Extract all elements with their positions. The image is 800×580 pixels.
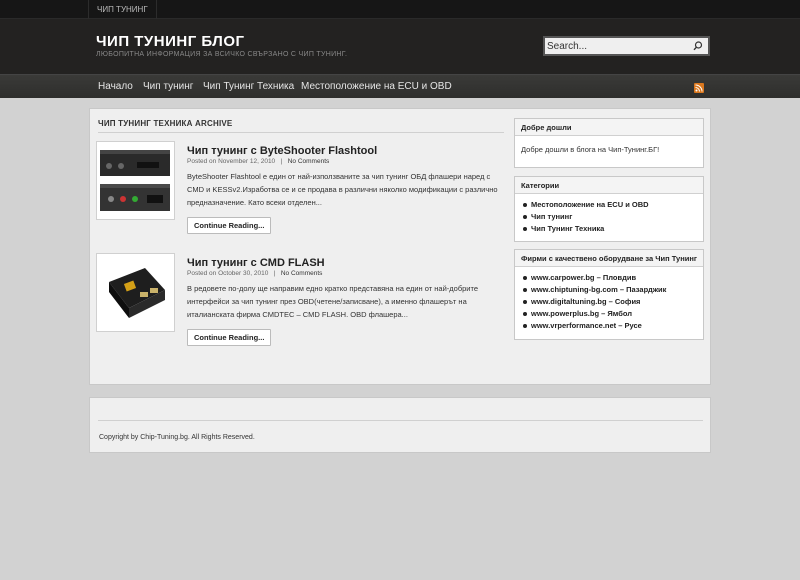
category-item-ecu-obd[interactable]: Местоположение на ECU и OBD	[521, 199, 697, 211]
meta-separator: |	[270, 270, 280, 277]
main-nav: Начало Чип тунинг Чип Тунинг Техника Мес…	[0, 74, 800, 98]
post-title[interactable]: Чип тунинг с CMD FLASH	[187, 257, 325, 269]
post-meta: Posted on October 30, 2010 | No Comments	[187, 270, 322, 277]
site-header: ЧИП ТУНИНГ БЛОГ ЛЮБОПИТНА ИНФОРМАЦИЯ ЗА …	[0, 19, 800, 74]
company-link[interactable]: www.carpower.bg – Пловдив	[521, 272, 697, 284]
category-item-chip-tuning[interactable]: Чип тунинг	[521, 211, 697, 223]
search-input[interactable]	[547, 38, 687, 54]
rss-icon[interactable]	[694, 83, 704, 93]
categories-list: Местоположение на ECU и OBD Чип тунинг Ч…	[515, 194, 703, 241]
search-icon[interactable]	[692, 40, 704, 52]
nav-item-ecu-obd[interactable]: Местоположение на ECU и OBD	[301, 75, 452, 99]
top-link-chip-tuning[interactable]: ЧИП ТУНИНГ	[88, 0, 157, 19]
post-thumbnail[interactable]	[96, 141, 175, 220]
company-link[interactable]: www.digitaltuning.bg – София	[521, 296, 697, 308]
post-thumbnail[interactable]	[96, 253, 175, 332]
continue-reading-button[interactable]: Continue Reading...	[187, 329, 272, 346]
company-link[interactable]: www.chiptuning-bg.com – Пазарджик	[521, 284, 697, 296]
archive-title: ЧИП ТУНИНГ ТЕХНИКА ARCHIVE	[98, 119, 233, 128]
meta-separator: |	[276, 158, 286, 165]
post-meta: Posted on November 12, 2010 | No Comment…	[187, 158, 329, 165]
welcome-widget: Добре дошли Добре дошли в блога на Чип-Т…	[514, 118, 704, 168]
copyright-text: Copyright by Chip-Tuning.bg. All Rights …	[99, 434, 255, 441]
site-description: ЛЮБОПИТНА ИНФОРМАЦИЯ ЗА ВСИЧКО СВЪРЗАНО …	[96, 51, 348, 58]
flashtool-image	[99, 144, 172, 217]
nav-item-home[interactable]: Начало	[98, 75, 133, 99]
companies-list: www.carpower.bg – Пловдив www.chiptuning…	[515, 267, 703, 338]
post-title[interactable]: Чип тунинг с ByteShooter Flashtool	[187, 145, 377, 157]
site-title[interactable]: ЧИП ТУНИНГ БЛОГ	[96, 33, 244, 50]
cmd-flash-image	[99, 256, 172, 329]
divider	[98, 132, 504, 133]
company-link[interactable]: www.vrperformance.net – Русе	[521, 320, 697, 332]
top-bar: ЧИП ТУНИНГ	[0, 0, 800, 19]
widget-title: Фирми с качествено оборудване за Чип Тун…	[515, 250, 703, 267]
nav-item-chip-tuning[interactable]: Чип тунинг	[143, 75, 193, 99]
categories-widget: Категории Местоположение на ECU и OBD Чи…	[514, 176, 704, 242]
post-date: Posted on October 30, 2010	[187, 270, 269, 277]
footer	[89, 397, 711, 453]
search-box	[543, 36, 710, 56]
divider	[98, 420, 703, 421]
companies-widget: Фирми с качествено оборудване за Чип Тун…	[514, 249, 704, 340]
post-date: Posted on November 12, 2010	[187, 158, 276, 165]
comments-link[interactable]: No Comments	[281, 270, 323, 277]
post-excerpt: В редовете по-долу ще направим едно крат…	[187, 284, 479, 319]
widget-title: Добре дошли	[515, 119, 703, 136]
category-item-chip-tuning-tech[interactable]: Чип Тунинг Техника	[521, 223, 697, 235]
comments-link[interactable]: No Comments	[288, 158, 330, 165]
post-excerpt: ByteShooter Flashtool е един от най-изпо…	[187, 172, 498, 207]
continue-reading-button[interactable]: Continue Reading...	[187, 217, 272, 234]
widget-title: Категории	[515, 177, 703, 194]
welcome-text: Добре дошли в блога на Чип-Тунинг.БГ!	[521, 145, 660, 154]
company-link[interactable]: www.powerplus.bg – Ямбол	[521, 308, 697, 320]
nav-item-chip-tuning-tech[interactable]: Чип Тунинг Техника	[203, 75, 294, 99]
